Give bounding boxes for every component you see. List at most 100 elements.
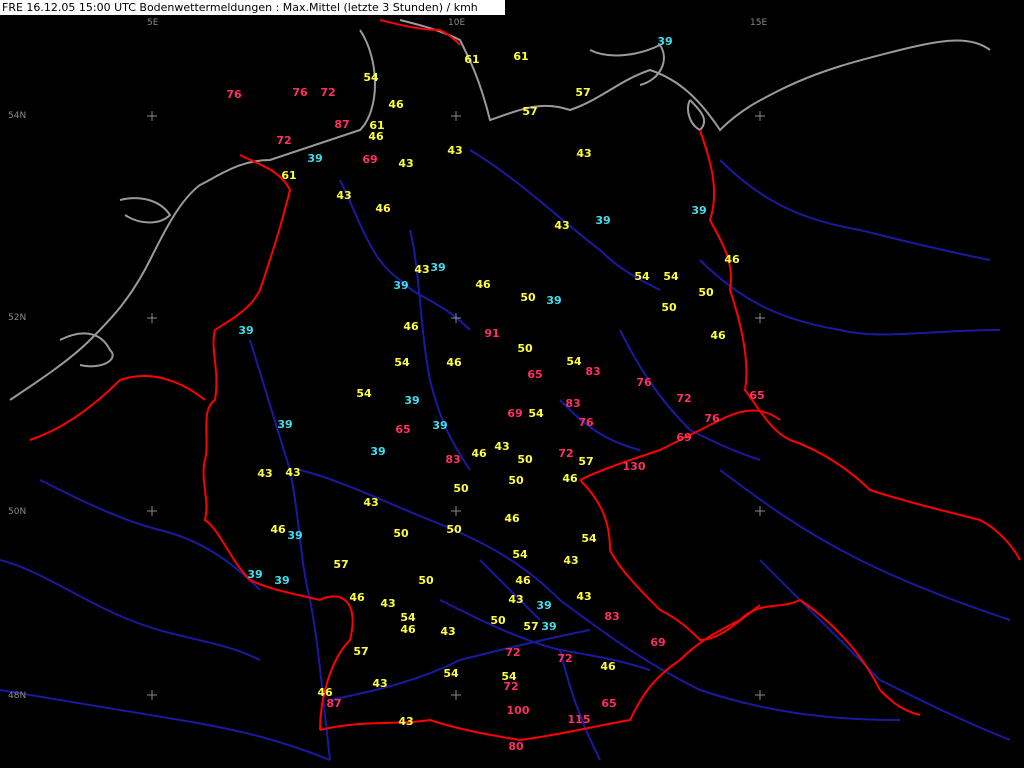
station-value: 61 [513,50,528,63]
station-value: 43 [336,189,351,202]
station-value: 43 [380,597,395,610]
station-value: 39 [247,568,262,581]
station-value: 50 [453,482,469,495]
station-value: 83 [585,365,600,378]
station-value: 76 [226,88,242,101]
station-value: 65 [395,423,410,436]
station-value: 69 [507,407,522,420]
station-value: 43 [257,467,272,480]
lat-label-48n: 48N [8,691,26,701]
station-value: 76 [636,376,652,389]
station-value: 69 [362,153,377,166]
station-value: 83 [604,610,619,623]
station-value: 57 [353,645,368,658]
station-value: 57 [522,105,537,118]
station-value: 43 [576,590,591,603]
station-value: 39 [691,204,706,217]
lon-label-5e: 5E [147,18,159,28]
station-value: 87 [326,697,341,710]
station-value: 39 [432,419,447,432]
station-value: 61 [464,53,479,66]
station-value: 72 [320,86,335,99]
station-value: 50 [393,527,409,540]
station-value: 54 [356,387,372,400]
station-value: 76 [704,412,720,425]
station-value: 43 [576,147,591,160]
station-value: 91 [484,327,499,340]
weather-map: 5E 10E 15E 54N 52N 50N 48N 76 76 72 54 61 61 3… [0,0,1024,768]
station-value: 46 [400,623,416,636]
station-value: 50 [698,286,714,299]
station-value: 43 [398,715,413,728]
station-value: 72 [503,680,518,693]
station-value: 50 [418,574,434,587]
station-value: 50 [520,291,536,304]
station-value: 72 [676,392,691,405]
station-value: 39 [404,394,419,407]
station-value: 72 [276,134,291,147]
station-value: 39 [541,620,556,633]
station-value: 39 [277,418,292,431]
lon-label-10e: 10E [448,18,465,28]
station-value: 46 [349,591,365,604]
lat-label-50n: 50N [8,507,26,517]
station-value: 54 [663,270,679,283]
station-value: 46 [375,202,391,215]
station-value: 50 [661,301,677,314]
station-value: 39 [287,529,302,542]
station-value: 43 [398,157,413,170]
lon-label-15e: 15E [750,18,767,28]
station-value: 43 [414,263,429,276]
station-value: 43 [554,219,569,232]
station-value: 43 [494,440,509,453]
station-value: 39 [546,294,561,307]
station-value: 54 [528,407,544,420]
station-value: 46 [403,320,419,333]
station-value: 39 [370,445,385,458]
station-value: 46 [471,447,487,460]
station-value: 83 [565,397,580,410]
station-value: 50 [446,523,462,536]
station-value: 54 [566,355,582,368]
station-value: 54 [443,667,459,680]
station-value: 69 [676,431,691,444]
station-value: 54 [363,71,379,84]
station-value: 76 [578,416,594,429]
station-value: 46 [475,278,491,291]
station-value: 54 [581,532,597,545]
station-value: 57 [333,558,348,571]
station-value: 43 [363,496,378,509]
station-value: 65 [749,389,764,402]
station-value: 54 [512,548,528,561]
station-value: 65 [527,368,542,381]
station-value: 46 [600,660,616,673]
station-value: 80 [508,740,524,753]
station-value: 46 [368,130,384,143]
station-value: 130 [623,460,646,473]
station-value: 39 [536,599,551,612]
station-value: 39 [595,214,610,227]
station-value: 57 [575,86,590,99]
station-value: 46 [446,356,462,369]
station-value: 46 [270,523,286,536]
station-value: 39 [393,279,408,292]
station-value: 46 [388,98,404,111]
station-value: 76 [292,86,308,99]
station-value: 100 [507,704,530,717]
station-value: 39 [238,324,253,337]
station-value: 46 [562,472,578,485]
station-value: 69 [650,636,665,649]
station-value: 39 [430,261,445,274]
station-value: 43 [447,144,462,157]
station-value: 72 [558,447,573,460]
station-value: 57 [578,455,593,468]
lat-label-52n: 52N [8,313,26,323]
station-value: 54 [394,356,410,369]
station-value: 50 [517,453,533,466]
station-value: 50 [508,474,524,487]
station-value: 54 [634,270,650,283]
station-value: 43 [440,625,455,638]
station-value: 50 [517,342,533,355]
station-value: 43 [508,593,523,606]
station-value: 46 [724,253,740,266]
